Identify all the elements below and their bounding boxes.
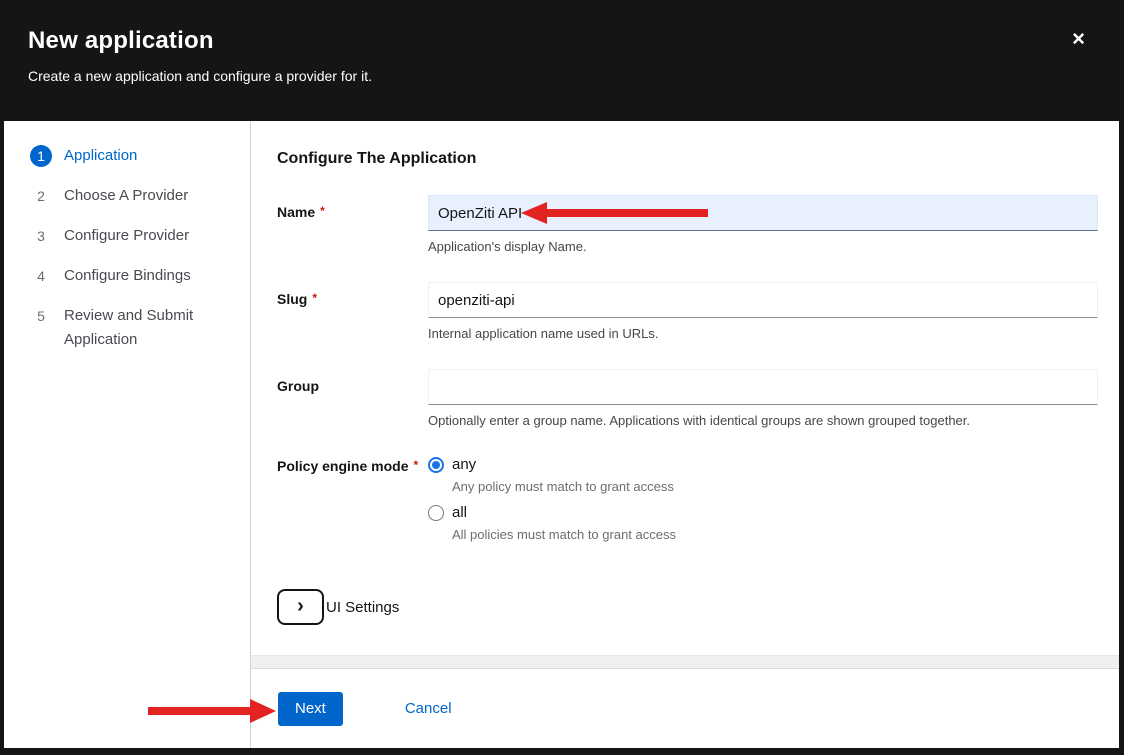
wizard-step-review-submit[interactable]: 5 Review and Submit Application: [4, 296, 250, 360]
step-label: Choose A Provider: [64, 184, 188, 208]
policy-option-all: all: [428, 504, 1098, 521]
wizard-step-choose-provider[interactable]: 2 Choose A Provider: [4, 176, 250, 216]
group-helper-text: Optionally enter a group name. Applicati…: [428, 413, 1098, 428]
wizard-nav: 1 Application 2 Choose A Provider 3 Conf…: [4, 121, 251, 748]
wizard-step-configure-bindings[interactable]: 4 Configure Bindings: [4, 256, 250, 296]
group-input[interactable]: [428, 369, 1098, 405]
group-form-group: Group Optionally enter a group name. App…: [277, 369, 1098, 428]
step-number: 4: [30, 265, 52, 287]
chevron-right-icon: ›: [297, 596, 304, 616]
required-asterisk: *: [312, 291, 317, 305]
name-form-group: Name* Application's display Name.: [277, 195, 1098, 254]
step-number: 3: [30, 225, 52, 247]
slug-label: Slug*: [277, 291, 317, 307]
wizard-step-application[interactable]: 1 Application: [4, 136, 250, 176]
new-application-modal: New application Create a new application…: [4, 0, 1119, 748]
name-input[interactable]: [428, 195, 1098, 231]
wizard-footer: Next Cancel: [251, 669, 1119, 748]
next-button[interactable]: Next: [278, 692, 343, 726]
radio-all[interactable]: [428, 505, 444, 521]
radio-any-helper: Any policy must match to grant access: [452, 479, 1098, 494]
group-label: Group: [277, 378, 319, 394]
wizard-step-configure-provider[interactable]: 3 Configure Provider: [4, 216, 250, 256]
slug-input[interactable]: [428, 282, 1098, 318]
required-asterisk: *: [413, 458, 418, 472]
wizard-step-panel: Configure The Application Name*: [251, 121, 1119, 655]
section-heading: Configure The Application: [277, 150, 1098, 168]
close-button[interactable]: ×: [1072, 28, 1085, 50]
step-number: 5: [30, 305, 52, 327]
policy-option-any: any: [428, 456, 1098, 473]
modal-header: New application Create a new application…: [4, 0, 1119, 121]
wizard-content-column: Configure The Application Name*: [251, 121, 1119, 748]
radio-all-label[interactable]: all: [452, 504, 467, 521]
step-label: Configure Provider: [64, 224, 189, 248]
slug-form-group: Slug* Internal application name used in …: [277, 282, 1098, 341]
step-label: Review and Submit Application: [64, 304, 214, 352]
radio-any[interactable]: [428, 457, 444, 473]
policy-engine-mode-label: Policy engine mode*: [277, 458, 418, 474]
ui-settings-label: UI Settings: [326, 599, 399, 616]
step-label: Application: [64, 144, 137, 168]
radio-any-label[interactable]: any: [452, 456, 476, 473]
step-number-badge: 1: [30, 145, 52, 167]
step-number: 2: [30, 185, 52, 207]
cancel-link[interactable]: Cancel: [405, 700, 452, 717]
radio-all-helper: All policies must match to grant access: [452, 527, 1098, 542]
modal-body: 1 Application 2 Choose A Provider 3 Conf…: [4, 121, 1119, 748]
name-label: Name*: [277, 204, 325, 220]
name-helper-text: Application's display Name.: [428, 239, 1098, 254]
policy-engine-mode-group: Policy engine mode* any Any policy must …: [277, 456, 1098, 552]
ui-settings-expand-button[interactable]: ›: [277, 589, 324, 625]
modal-title: New application: [28, 27, 1095, 55]
modal-subtitle: Create a new application and configure a…: [28, 68, 1095, 84]
ui-settings-section: › UI Settings: [277, 589, 1098, 625]
slug-helper-text: Internal application name used in URLs.: [428, 326, 1098, 341]
required-asterisk: *: [320, 204, 325, 218]
close-icon: ×: [1072, 26, 1085, 51]
content-footer-divider: [251, 655, 1119, 669]
step-label: Configure Bindings: [64, 264, 191, 288]
